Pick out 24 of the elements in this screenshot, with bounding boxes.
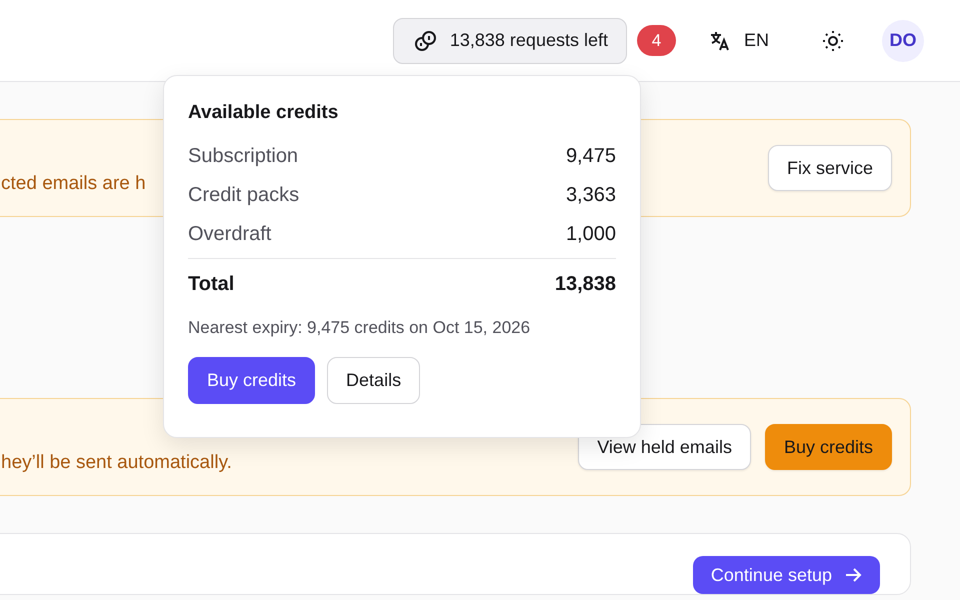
- expiry-note: Nearest expiry: 9,475 credits on Oct 15, 2026: [188, 318, 532, 338]
- popover-action-button[interactable]: Buy credits: [188, 357, 316, 404]
- total-value: 13,838: [554, 273, 616, 296]
- credit-value: 9,475: [566, 145, 616, 168]
- credit-label: Overdraft: [188, 223, 272, 246]
- coins-icon: [414, 28, 438, 52]
- credit-label: Subscription: [188, 145, 298, 168]
- alert-action-button[interactable]: Buy credits: [764, 424, 892, 470]
- arrow-right-icon: [844, 566, 862, 584]
- credit-value: 3,363: [566, 184, 616, 207]
- credit-value: 1,000: [566, 223, 616, 246]
- language-button[interactable]: EN: [704, 24, 773, 56]
- popover-action-button[interactable]: Details: [327, 357, 420, 404]
- user-avatar[interactable]: DO: [882, 20, 924, 62]
- total-label: Total: [188, 273, 234, 296]
- requests-left-button[interactable]: 13,838 requests left: [392, 18, 627, 64]
- alert-text: cted emails are h: [1, 172, 146, 195]
- sun-icon: [821, 28, 845, 52]
- notification-badge[interactable]: 4: [636, 25, 676, 56]
- continue-setup-button[interactable]: Continue setup: [692, 556, 880, 594]
- credit-label: Credit packs: [188, 184, 300, 207]
- alert-text: hey’ll be sent automatically.: [1, 451, 232, 474]
- popover-title: Available credits: [188, 102, 340, 124]
- alert-action-button[interactable]: Fix service: [768, 145, 892, 191]
